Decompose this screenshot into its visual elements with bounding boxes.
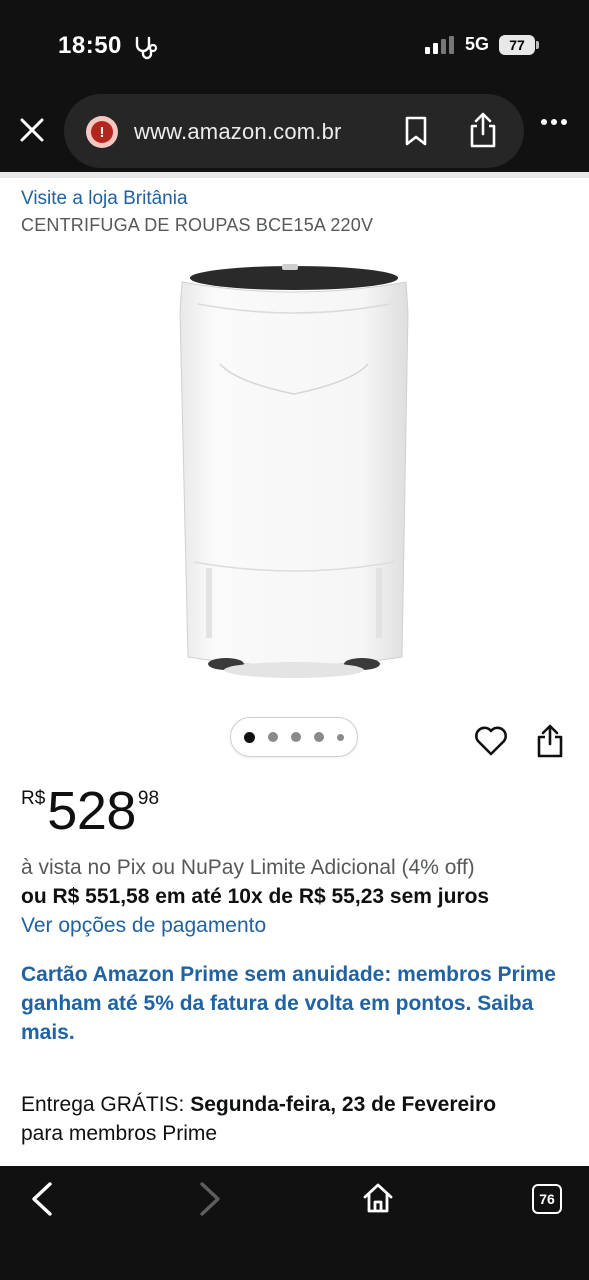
share-product-icon[interactable] [536,724,564,758]
bookmark-icon[interactable] [404,116,428,146]
tab-switcher-button[interactable]: 76 [532,1184,562,1214]
payment-options-link[interactable]: Ver opções de pagamento [21,914,266,938]
delivery-info: Entrega GRÁTIS: Segunda-feira, 23 de Fev… [21,1090,571,1148]
delivery-prefix: Entrega GRÁTIS: [21,1093,191,1116]
share-icon[interactable] [468,112,498,148]
close-button[interactable] [14,112,50,148]
network-type: 5G [464,34,489,54]
product-image[interactable] [176,262,412,680]
battery-level: 77 [499,34,535,55]
url-text[interactable]: www.amazon.com.br [134,119,342,145]
signal-icon [424,35,454,54]
browser-toolbar: ! www.amazon.com.br [0,92,589,172]
back-arrow-icon[interactable] [28,1180,56,1218]
store-link[interactable]: Visite a loja Britânia [21,188,188,210]
status-time: 18:50 [58,32,122,59]
price-currency: R$ [21,788,46,809]
delivery-date: Segunda-feira, 23 de Fevereiro [190,1093,497,1116]
home-icon[interactable] [362,1182,394,1214]
forward-arrow-icon[interactable] [196,1180,224,1218]
product-title: CENTRIFUGA DE ROUPAS BCE15A 220V [21,215,374,235]
stethoscope-icon [135,36,158,60]
price-whole: 528 [47,781,136,841]
more-options-icon[interactable] [540,118,568,126]
price-fraction: 98 [137,788,160,809]
address-bar[interactable]: ! www.amazon.com.br [64,94,524,168]
wishlist-heart-icon[interactable] [474,726,508,756]
site-warning-icon[interactable]: ! [86,116,118,148]
close-icon [20,118,44,142]
carousel-dot[interactable] [314,732,324,742]
page-divider [0,172,589,178]
carousel-dot[interactable] [291,732,301,742]
pix-discount-note: à vista no Pix ou NuPay Limite Adicional… [21,856,475,879]
delivery-suffix: para membros Prime [21,1122,218,1145]
image-carousel-indicator[interactable] [230,717,358,757]
prime-card-offer-link[interactable]: Cartão Amazon Prime sem anuidade: membro… [21,960,561,1047]
carousel-dot[interactable] [337,733,344,741]
browser-bottom-bar: 76 [0,1166,589,1280]
carousel-dot[interactable] [268,732,278,742]
status-bar: 18:50 5G 77 [0,0,589,92]
installment-info: ou R$ 551,58 em até 10x de R$ 55,23 sem … [21,885,490,908]
carousel-dot[interactable] [244,731,255,743]
battery-icon: 77 [499,34,539,55]
price: R$ 528 98 [21,782,159,840]
